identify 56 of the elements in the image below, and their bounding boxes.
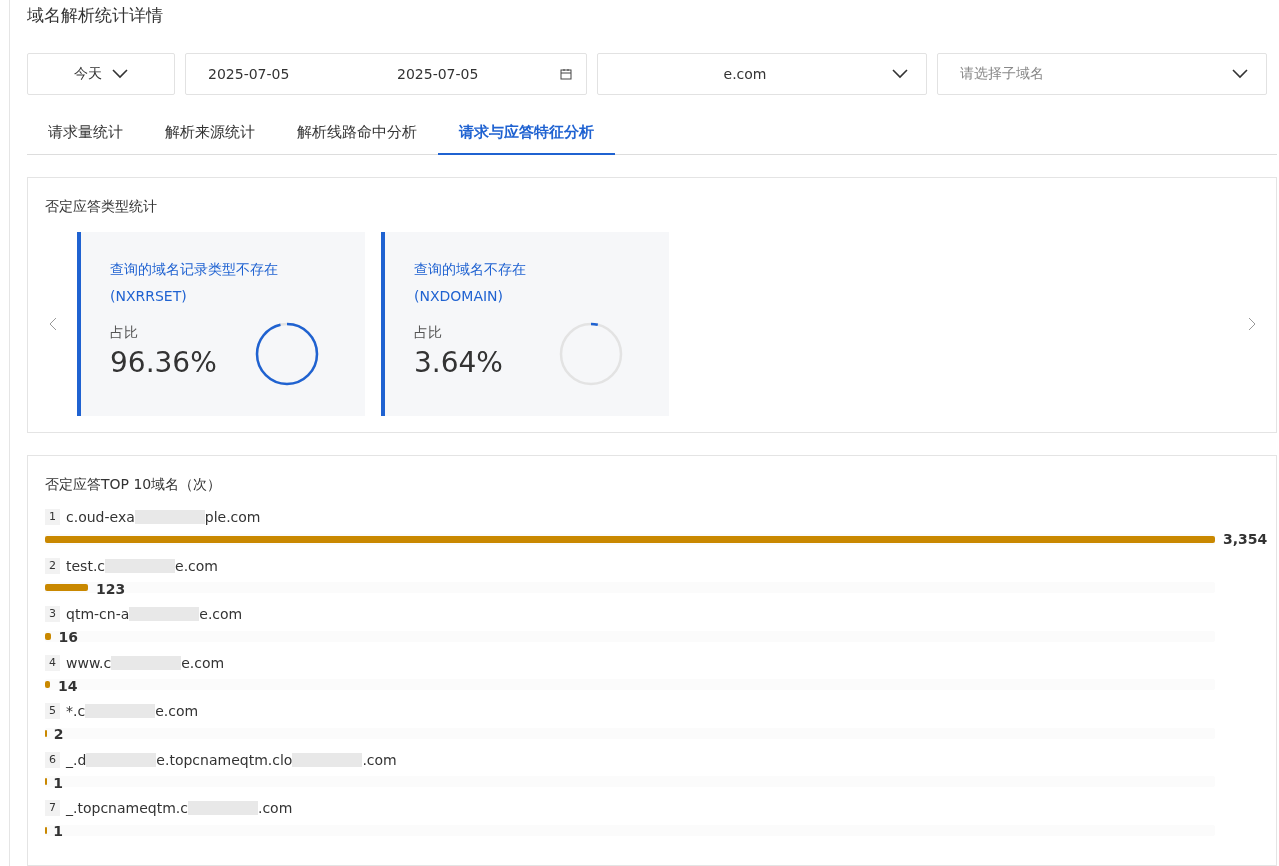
domain-text: e.topcnameqtm.clo — [156, 751, 293, 768]
subdomain-select[interactable]: 请选择子域名 — [937, 53, 1267, 95]
chevron-right-icon[interactable] — [1247, 317, 1256, 331]
rank-number: 4 — [45, 654, 60, 671]
domain-select[interactable]: e.com — [597, 53, 927, 95]
domain-text: .com — [257, 800, 293, 816]
ring-gauge — [559, 322, 623, 386]
tab[interactable]: 解析线路命中分析 — [276, 111, 438, 155]
rank-number: 5 — [45, 703, 60, 719]
page-title: 域名解析统计详情 — [27, 4, 164, 27]
count-value: 3,354 — [1223, 531, 1268, 547]
section-title: 否定应答TOP 10域名（次） — [44, 475, 223, 494]
count-value: 1 — [53, 774, 64, 791]
calendar-icon — [560, 68, 572, 80]
share-value: 3.64% — [414, 346, 503, 379]
rank-number: 3 — [45, 606, 60, 622]
rank-number: 1 — [45, 509, 60, 525]
domain-text: *.c — [66, 703, 86, 719]
ring-gauge — [255, 322, 319, 386]
tab[interactable]: 请求与应答特征分析 — [438, 111, 615, 155]
rank-number: 7 — [45, 800, 60, 816]
tab[interactable]: 请求量统计 — [27, 111, 144, 155]
domain-text: e.com — [155, 703, 199, 719]
share-label: 占比 — [414, 324, 443, 342]
rank-number: 2 — [45, 557, 60, 574]
section-title: 否定应答类型统计 — [44, 197, 158, 216]
domain-text: e.com — [175, 557, 218, 574]
domain-text: c.oud-exa — [66, 509, 135, 525]
chevron-down-icon — [892, 69, 908, 79]
count-value: 123 — [95, 580, 126, 597]
domain-text: .com — [362, 751, 397, 768]
rank-number: 6 — [45, 751, 60, 768]
tab[interactable]: 解析来源统计 — [144, 111, 276, 155]
type-code: (NXDOMAIN) — [414, 287, 505, 306]
count-value: 14 — [57, 677, 78, 694]
chevron-left-icon[interactable] — [48, 317, 57, 331]
domain-text: _.topcnameqtm.c — [66, 800, 188, 816]
range-select[interactable]: 今天 — [27, 53, 175, 95]
share-label: 占比 — [110, 324, 139, 342]
share-value: 96.36% — [110, 346, 217, 379]
domain-text: www.c — [66, 654, 112, 671]
chevron-down-icon — [1232, 69, 1248, 79]
domain-text: e.com — [181, 654, 225, 671]
count-value: 1 — [53, 823, 64, 839]
count-value: 16 — [58, 629, 79, 645]
domain-text: e.com — [199, 606, 243, 622]
chevron-down-icon — [112, 69, 128, 79]
domain-text: test.c — [66, 557, 106, 574]
date-range-field[interactable]: 2025-07-05 2025-07-05 — [185, 53, 587, 95]
type-name: 查询的域名记录类型不存在 — [110, 260, 279, 279]
type-name: 查询的域名不存在 — [414, 260, 527, 279]
domain-text: _.d — [66, 751, 87, 768]
type-code: (NXRRSET) — [110, 287, 188, 306]
domain-text: qtm-cn-a — [66, 606, 130, 622]
domain-text: ple.com — [204, 509, 261, 525]
count-value: 2 — [53, 726, 64, 742]
